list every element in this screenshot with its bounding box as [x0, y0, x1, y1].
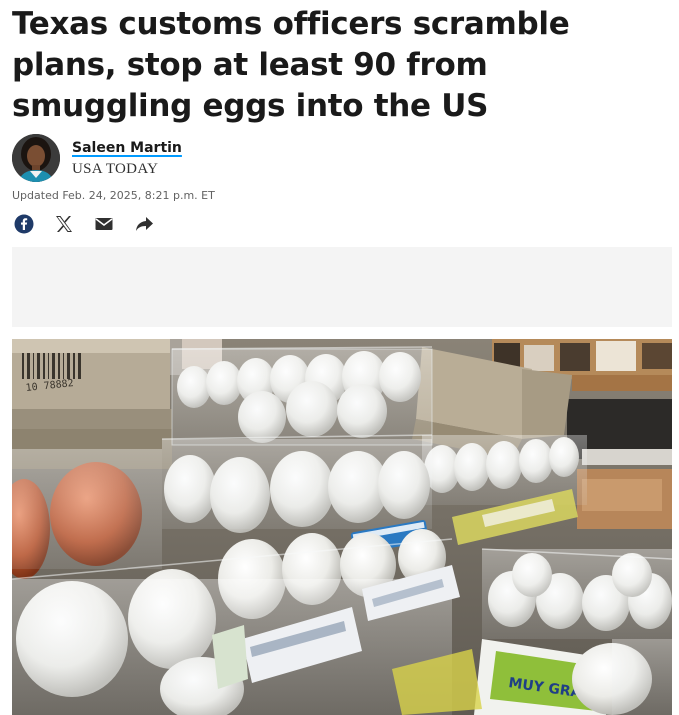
advertisement-placeholder: [12, 247, 672, 327]
author-avatar[interactable]: [12, 134, 60, 182]
article-headline: Texas customs officers scramble plans, s…: [12, 6, 570, 124]
x-icon: [56, 216, 72, 232]
author-name-link[interactable]: Saleen Martin: [72, 137, 182, 159]
share-toolbar: [12, 212, 172, 236]
more-share-button[interactable]: [132, 212, 156, 236]
byline: Saleen Martin USA TODAY: [12, 133, 182, 183]
email-share-button[interactable]: [92, 212, 116, 236]
author-photo: [12, 134, 60, 182]
article-hero-image[interactable]: 10 78882 MUY GRANDE: [12, 339, 672, 715]
facebook-icon: [14, 214, 34, 234]
x-share-button[interactable]: [52, 212, 76, 236]
updated-timestamp: Updated Feb. 24, 2025, 8:21 p.m. ET: [12, 189, 215, 202]
facebook-share-button[interactable]: [12, 212, 36, 236]
email-icon: [95, 218, 113, 230]
publication-name: USA TODAY: [72, 161, 159, 177]
share-icon: [136, 217, 153, 231]
eggs-cartons-photo: 10 78882 MUY GRANDE: [12, 339, 672, 715]
